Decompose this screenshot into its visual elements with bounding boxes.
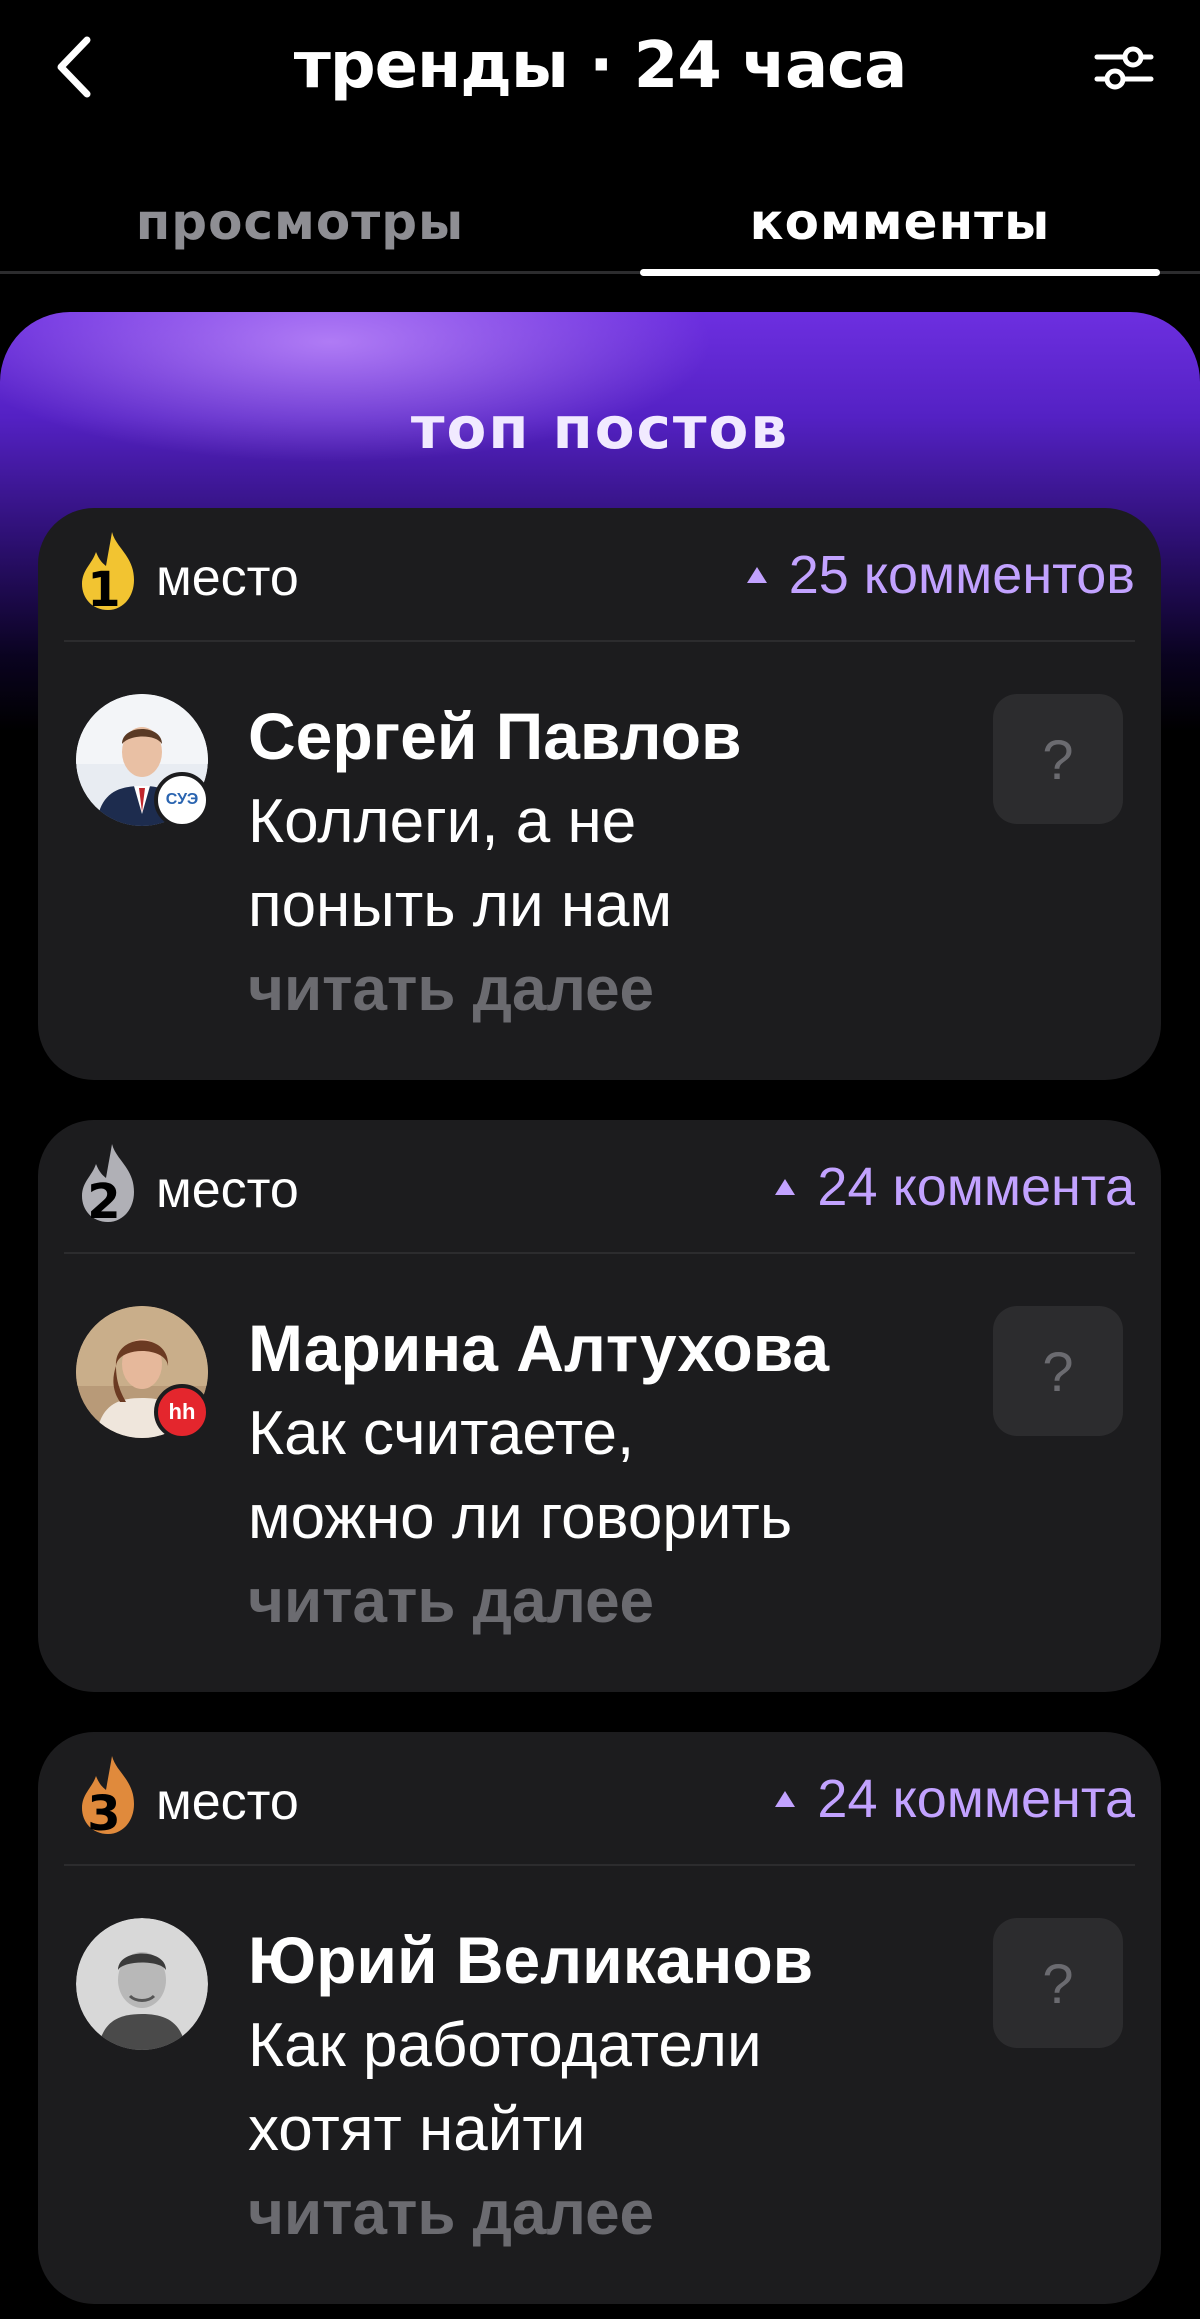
sliders-icon bbox=[1094, 46, 1154, 90]
help-button[interactable]: ? bbox=[993, 694, 1123, 824]
read-more-link[interactable]: читать далее bbox=[248, 1560, 654, 1644]
rank-label: место bbox=[156, 549, 299, 607]
svg-text:3: 3 bbox=[87, 1786, 120, 1838]
flame-rank-icon: 3 bbox=[82, 1756, 134, 1838]
comments-count-text: 25 комментов bbox=[788, 545, 1135, 605]
post-card[interactable]: 1 место 25 комментов СУЭ Сергей Павлов К… bbox=[38, 508, 1161, 1080]
svg-text:2: 2 bbox=[87, 1174, 120, 1226]
author-name[interactable]: Марина Алтухова bbox=[248, 1306, 829, 1390]
post-snippet: Коллеги, а не поныть ли нам bbox=[248, 780, 968, 948]
comments-count: 25 комментов bbox=[746, 544, 1135, 606]
snippet-line: поныть ли нам bbox=[248, 871, 673, 940]
top-bar: тренды · 24 часа bbox=[0, 0, 1200, 140]
rank-label: место bbox=[156, 1773, 299, 1831]
post-card-header: 3 место 24 коммента bbox=[64, 1732, 1135, 1866]
avatar[interactable]: hh bbox=[76, 1306, 210, 1440]
company-badge: hh bbox=[154, 1384, 210, 1440]
snippet-line: хотят найти bbox=[248, 2095, 586, 2164]
post-card-header: 2 место 24 коммента bbox=[64, 1120, 1135, 1254]
post-card[interactable]: 2 место 24 коммента hh Марина Алтухова К… bbox=[38, 1120, 1161, 1692]
snippet-line: можно ли говорить bbox=[248, 1483, 793, 1552]
avatar[interactable] bbox=[76, 1918, 208, 2050]
author-name[interactable]: Сергей Павлов bbox=[248, 694, 742, 778]
screen-title: тренды · 24 часа bbox=[293, 29, 908, 103]
tab-bar: просмотры комменты bbox=[0, 170, 1200, 276]
snippet-line: Как считаете, bbox=[248, 1399, 635, 1468]
banner-title: топ постов bbox=[410, 394, 790, 462]
tab-views[interactable]: просмотры bbox=[40, 170, 560, 274]
tab-comments[interactable]: комменты bbox=[640, 170, 1160, 274]
help-button[interactable]: ? bbox=[993, 1918, 1123, 2048]
post-snippet: Как работодатели хотят найти bbox=[248, 2004, 968, 2172]
comments-count: 24 коммента bbox=[775, 1156, 1135, 1218]
active-tab-indicator bbox=[640, 269, 1160, 276]
post-card-header: 1 место 25 комментов bbox=[64, 508, 1135, 642]
rank-label: место bbox=[156, 1161, 299, 1219]
comments-count-text: 24 коммента bbox=[817, 1157, 1135, 1217]
read-more-link[interactable]: читать далее bbox=[248, 948, 654, 1032]
avatar[interactable]: СУЭ bbox=[76, 694, 210, 828]
help-button[interactable]: ? bbox=[993, 1306, 1123, 1436]
company-badge: СУЭ bbox=[154, 772, 210, 828]
triangle-up-icon bbox=[775, 1791, 796, 1807]
comments-count-text: 24 коммента bbox=[817, 1769, 1135, 1829]
avatar-photo bbox=[76, 1918, 208, 2050]
filter-button[interactable] bbox=[1084, 28, 1164, 108]
triangle-up-icon bbox=[746, 567, 767, 583]
comments-count: 24 коммента bbox=[775, 1768, 1135, 1830]
post-snippet: Как считаете, можно ли говорить bbox=[248, 1392, 968, 1560]
flame-rank-icon: 2 bbox=[82, 1144, 134, 1226]
snippet-line: Как работодатели bbox=[248, 2011, 762, 2080]
author-name[interactable]: Юрий Великанов bbox=[248, 1918, 813, 2002]
triangle-up-icon bbox=[775, 1179, 796, 1195]
snippet-line: Коллеги, а не bbox=[248, 787, 637, 856]
post-card[interactable]: 3 место 24 коммента Юрий Великанов Как р… bbox=[38, 1732, 1161, 2304]
read-more-link[interactable]: читать далее bbox=[248, 2172, 654, 2256]
svg-text:1: 1 bbox=[87, 562, 120, 614]
flame-rank-icon: 1 bbox=[82, 532, 134, 614]
